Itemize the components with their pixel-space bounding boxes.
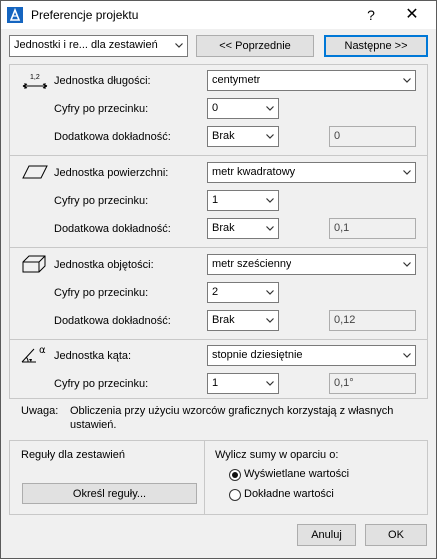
angle-decimals-value: 1 [212,377,219,389]
chevron-down-icon [403,78,411,83]
volume-decimals-value: 2 [212,286,219,298]
area-decimals-select[interactable]: 1 [207,190,279,211]
length-icon-caption: 1,2 [30,74,40,81]
area-unit-value: metr kwadratowy [212,166,296,178]
area-preview-value: 0,1 [334,222,350,234]
length-decimals-value: 0 [212,102,219,114]
length-decimals-label: Cyfry po przecinku: [54,103,149,115]
divider [10,247,427,248]
area-unit-icon [22,165,48,179]
angle-preview-value: 0,1° [334,377,354,389]
define-rules-button[interactable]: Określ reguły... [22,483,197,504]
length-unit-select[interactable]: centymetr [207,70,416,91]
area-unit-label: Jednostka powierzchni: [54,167,169,179]
chevron-down-icon [266,106,274,111]
volume-decimals-select[interactable]: 2 [207,282,279,303]
chevron-down-icon [175,43,183,48]
length-extra-label: Dodatkowa dokładność: [54,131,171,143]
area-extra-value: Brak [212,222,235,234]
volume-unit-label: Jednostka objętości: [54,259,154,271]
note-label: Uwaga: [21,405,59,417]
area-unit-select[interactable]: metr kwadratowy [207,162,416,183]
volume-extra-label: Dodatkowa dokładność: [54,315,171,327]
page-select[interactable]: Jednostki i re... dla zestawień [9,35,188,57]
volume-decimals-label: Cyfry po przecinku: [54,287,149,299]
cancel-button[interactable]: Anuluj [297,524,356,546]
angle-unit-select[interactable]: stopnie dziesiętnie [207,345,416,366]
chevron-down-icon [403,262,411,267]
app-icon [7,7,23,23]
exact-values-radio[interactable] [229,489,241,501]
sums-basis-label: Wylicz sumy w oparciu o: [215,449,339,461]
window-title: Preferencje projektu [31,8,139,22]
displayed-values-radio[interactable] [229,469,241,481]
length-preview-field: 0 [329,126,416,147]
chevron-down-icon [403,170,411,175]
area-extra-select[interactable]: Brak [207,218,279,239]
chevron-down-icon [266,318,274,323]
length-unit-label: Jednostka długości: [54,75,151,87]
area-decimals-value: 1 [212,194,219,206]
schedule-rules-label: Reguły dla zestawień [21,449,125,461]
volume-unit-icon [22,255,46,273]
note-text-line1: Obliczenia przy użyciu wzorców graficzny… [70,405,394,417]
ok-button[interactable]: OK [365,524,427,546]
length-unit-icon: 1,2 [22,74,48,89]
volume-unit-value: metr sześcienny [212,258,292,270]
length-extra-value: Brak [212,130,235,142]
exact-values-label[interactable]: Dokładne wartości [244,488,334,500]
close-button[interactable]: ✕ [398,3,426,27]
previous-button[interactable]: << Poprzednie [196,35,314,57]
title-bar: Preferencje projektu ? ✕ [1,1,436,29]
angle-icon-caption: α [39,345,46,356]
volume-extra-select[interactable]: Brak [207,310,279,331]
area-decimals-label: Cyfry po przecinku: [54,195,149,207]
chevron-down-icon [266,198,274,203]
displayed-values-label[interactable]: Wyświetlane wartości [244,468,349,480]
area-preview-field: 0,1 [329,218,416,239]
volume-unit-select[interactable]: metr sześcienny [207,254,416,275]
length-decimals-select[interactable]: 0 [207,98,279,119]
volume-preview-field: 0,12 [329,310,416,331]
note-text-line2: ustawień. [70,419,117,431]
chevron-down-icon [266,381,274,386]
next-button[interactable]: Następne >> [324,35,428,57]
length-preview-value: 0 [334,130,341,142]
angle-unit-icon: α [21,345,46,363]
length-extra-select[interactable]: Brak [207,126,279,147]
chevron-down-icon [266,134,274,139]
angle-decimals-label: Cyfry po przecinku: [54,378,149,390]
volume-preview-value: 0,12 [334,314,356,326]
chevron-down-icon [403,353,411,358]
vertical-divider [204,441,205,514]
angle-unit-label: Jednostka kąta: [54,350,132,362]
angle-preview-field: 0,1° [329,373,416,394]
page-select-value: Jednostki i re... dla zestawień [14,39,158,51]
chevron-down-icon [266,290,274,295]
angle-decimals-select[interactable]: 1 [207,373,279,394]
help-button[interactable]: ? [357,3,385,27]
area-extra-label: Dodatkowa dokładność: [54,223,171,235]
divider [10,155,427,156]
chevron-down-icon [266,226,274,231]
angle-unit-value: stopnie dziesiętnie [212,349,303,361]
length-unit-value: centymetr [212,74,261,86]
volume-extra-value: Brak [212,314,235,326]
divider [10,339,427,340]
